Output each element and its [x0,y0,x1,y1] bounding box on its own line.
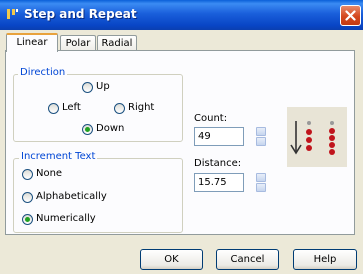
distance-spinner[interactable] [256,173,266,192]
count-input[interactable]: 49 [194,127,244,146]
cancel-button[interactable]: Cancel [216,249,279,270]
direction-right-label[interactable]: Right [128,102,154,113]
distance-spin-up[interactable] [256,173,266,182]
increment-alphabetically-label[interactable]: Alphabetically [36,191,107,202]
increment-text-legend: Increment Text [19,151,98,162]
tab-radial-label: Radial [101,38,133,49]
direction-down-label[interactable]: Down [96,123,124,134]
help-button[interactable]: Help [293,249,357,270]
direction-left-label[interactable]: Left [62,102,81,113]
tab-linear-label: Linear [16,37,48,48]
count-spin-down[interactable] [256,137,266,146]
window-title: Step and Repeat [24,7,137,21]
step-repeat-app-icon [6,7,20,21]
direction-left-radio[interactable] [48,103,59,114]
distance-input[interactable]: 15.75 [194,173,244,192]
direction-preview [287,107,347,167]
tab-polar-label: Polar [65,38,91,49]
close-button[interactable] [340,5,361,26]
distance-value: 15.75 [198,177,227,188]
distance-label: Distance: [194,158,242,169]
increment-alphabetically-radio[interactable] [22,192,33,203]
increment-none-label[interactable]: None [36,168,62,179]
count-label: Count: [194,113,228,124]
count-value: 49 [198,131,211,142]
step-and-repeat-dialog: Step and Repeat Linear Polar Radial Dire… [0,0,363,274]
close-icon [345,10,356,21]
count-spinner[interactable] [256,127,266,146]
increment-numerically-label[interactable]: Numerically [36,213,96,224]
direction-right-radio[interactable] [114,103,125,114]
direction-down-radio[interactable] [82,124,93,135]
cancel-button-label: Cancel [230,254,265,265]
tab-linear[interactable]: Linear [6,33,58,52]
title-bar[interactable]: Step and Repeat [0,0,363,30]
direction-up-label[interactable]: Up [96,81,110,92]
help-button-label: Help [313,254,337,265]
down-arrow-dots-preview [290,121,335,155]
increment-none-radio[interactable] [22,169,33,180]
distance-spin-down[interactable] [256,183,266,192]
increment-numerically-radio[interactable] [22,214,33,225]
ok-button[interactable]: OK [140,249,203,270]
ok-button-label: OK [164,254,179,265]
direction-legend: Direction [18,67,68,78]
direction-up-radio[interactable] [82,82,93,93]
count-spin-up[interactable] [256,127,266,136]
